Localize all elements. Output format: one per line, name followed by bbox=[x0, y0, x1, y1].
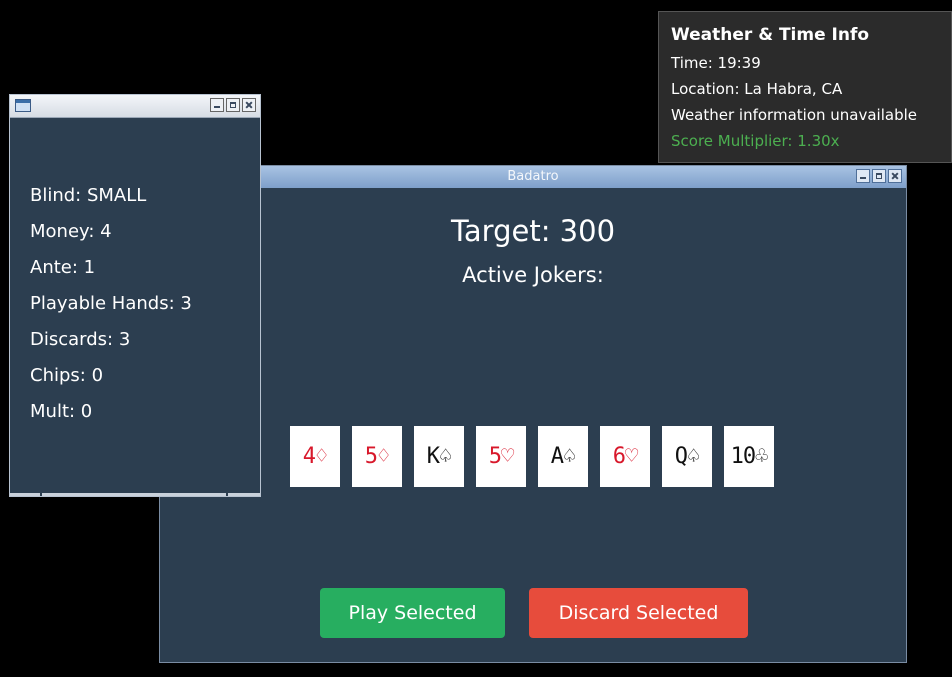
info-weather: Weather information unavailable bbox=[671, 106, 917, 124]
playing-card[interactable]: 6♡ bbox=[600, 426, 650, 487]
info-location: Location: La Habra, CA bbox=[671, 80, 843, 98]
info-score-multiplier: Score Multiplier: 1.30x bbox=[671, 132, 840, 150]
playing-card[interactable]: 5♢ bbox=[352, 426, 402, 487]
stats-window-bottom-edge bbox=[10, 493, 260, 496]
playing-card[interactable]: A♤ bbox=[538, 426, 588, 487]
playing-card[interactable]: K♤ bbox=[414, 426, 464, 487]
stat-playable-hands: Playable Hands: 3 bbox=[30, 293, 192, 314]
playing-card[interactable]: 10♧ bbox=[724, 426, 774, 487]
maximize-icon[interactable] bbox=[872, 169, 886, 183]
playing-card[interactable]: 5♡ bbox=[476, 426, 526, 487]
stat-money: Money: 4 bbox=[30, 221, 112, 242]
minimize-icon[interactable] bbox=[210, 98, 224, 112]
close-icon[interactable] bbox=[242, 98, 256, 112]
target-score: Target: 300 bbox=[450, 214, 616, 248]
stat-mult: Mult: 0 bbox=[30, 401, 93, 422]
window-app-icon bbox=[15, 99, 31, 112]
play-selected-button[interactable]: Play Selected bbox=[320, 588, 505, 638]
info-time: Time: 19:39 bbox=[671, 54, 761, 72]
active-jokers-label: Active Jokers: bbox=[462, 263, 604, 287]
discard-selected-button[interactable]: Discard Selected bbox=[529, 588, 748, 638]
main-game-window: Badatro Target: 300 Active Jokers: 4♢ 5♢… bbox=[159, 165, 907, 663]
close-icon[interactable] bbox=[888, 169, 902, 183]
info-title: Weather & Time Info bbox=[671, 25, 870, 45]
stat-blind: Blind: SMALL bbox=[30, 185, 147, 206]
playing-card[interactable]: Q♤ bbox=[662, 426, 712, 487]
card-hand: 4♢ 5♢ K♤ 5♡ A♤ 6♡ Q♤ 10♧ bbox=[290, 426, 774, 487]
maximize-icon[interactable] bbox=[226, 98, 240, 112]
stats-window: Blind: SMALL Money: 4 Ante: 1 Playable H… bbox=[9, 94, 261, 497]
stat-discards: Discards: 3 bbox=[30, 329, 131, 350]
playing-card[interactable]: 4♢ bbox=[290, 426, 340, 487]
main-window-titlebar[interactable]: Badatro bbox=[160, 166, 906, 188]
main-window-controls bbox=[856, 169, 902, 183]
stats-window-controls bbox=[210, 98, 256, 112]
stats-window-titlebar[interactable] bbox=[10, 95, 260, 118]
weather-time-info-panel: Weather & Time Info Time: 19:39 Location… bbox=[658, 11, 952, 163]
minimize-icon[interactable] bbox=[856, 169, 870, 183]
stat-chips: Chips: 0 bbox=[30, 365, 104, 386]
joker-area bbox=[340, 296, 730, 356]
stat-ante: Ante: 1 bbox=[30, 257, 96, 278]
main-window-title: Badatro bbox=[507, 169, 559, 184]
